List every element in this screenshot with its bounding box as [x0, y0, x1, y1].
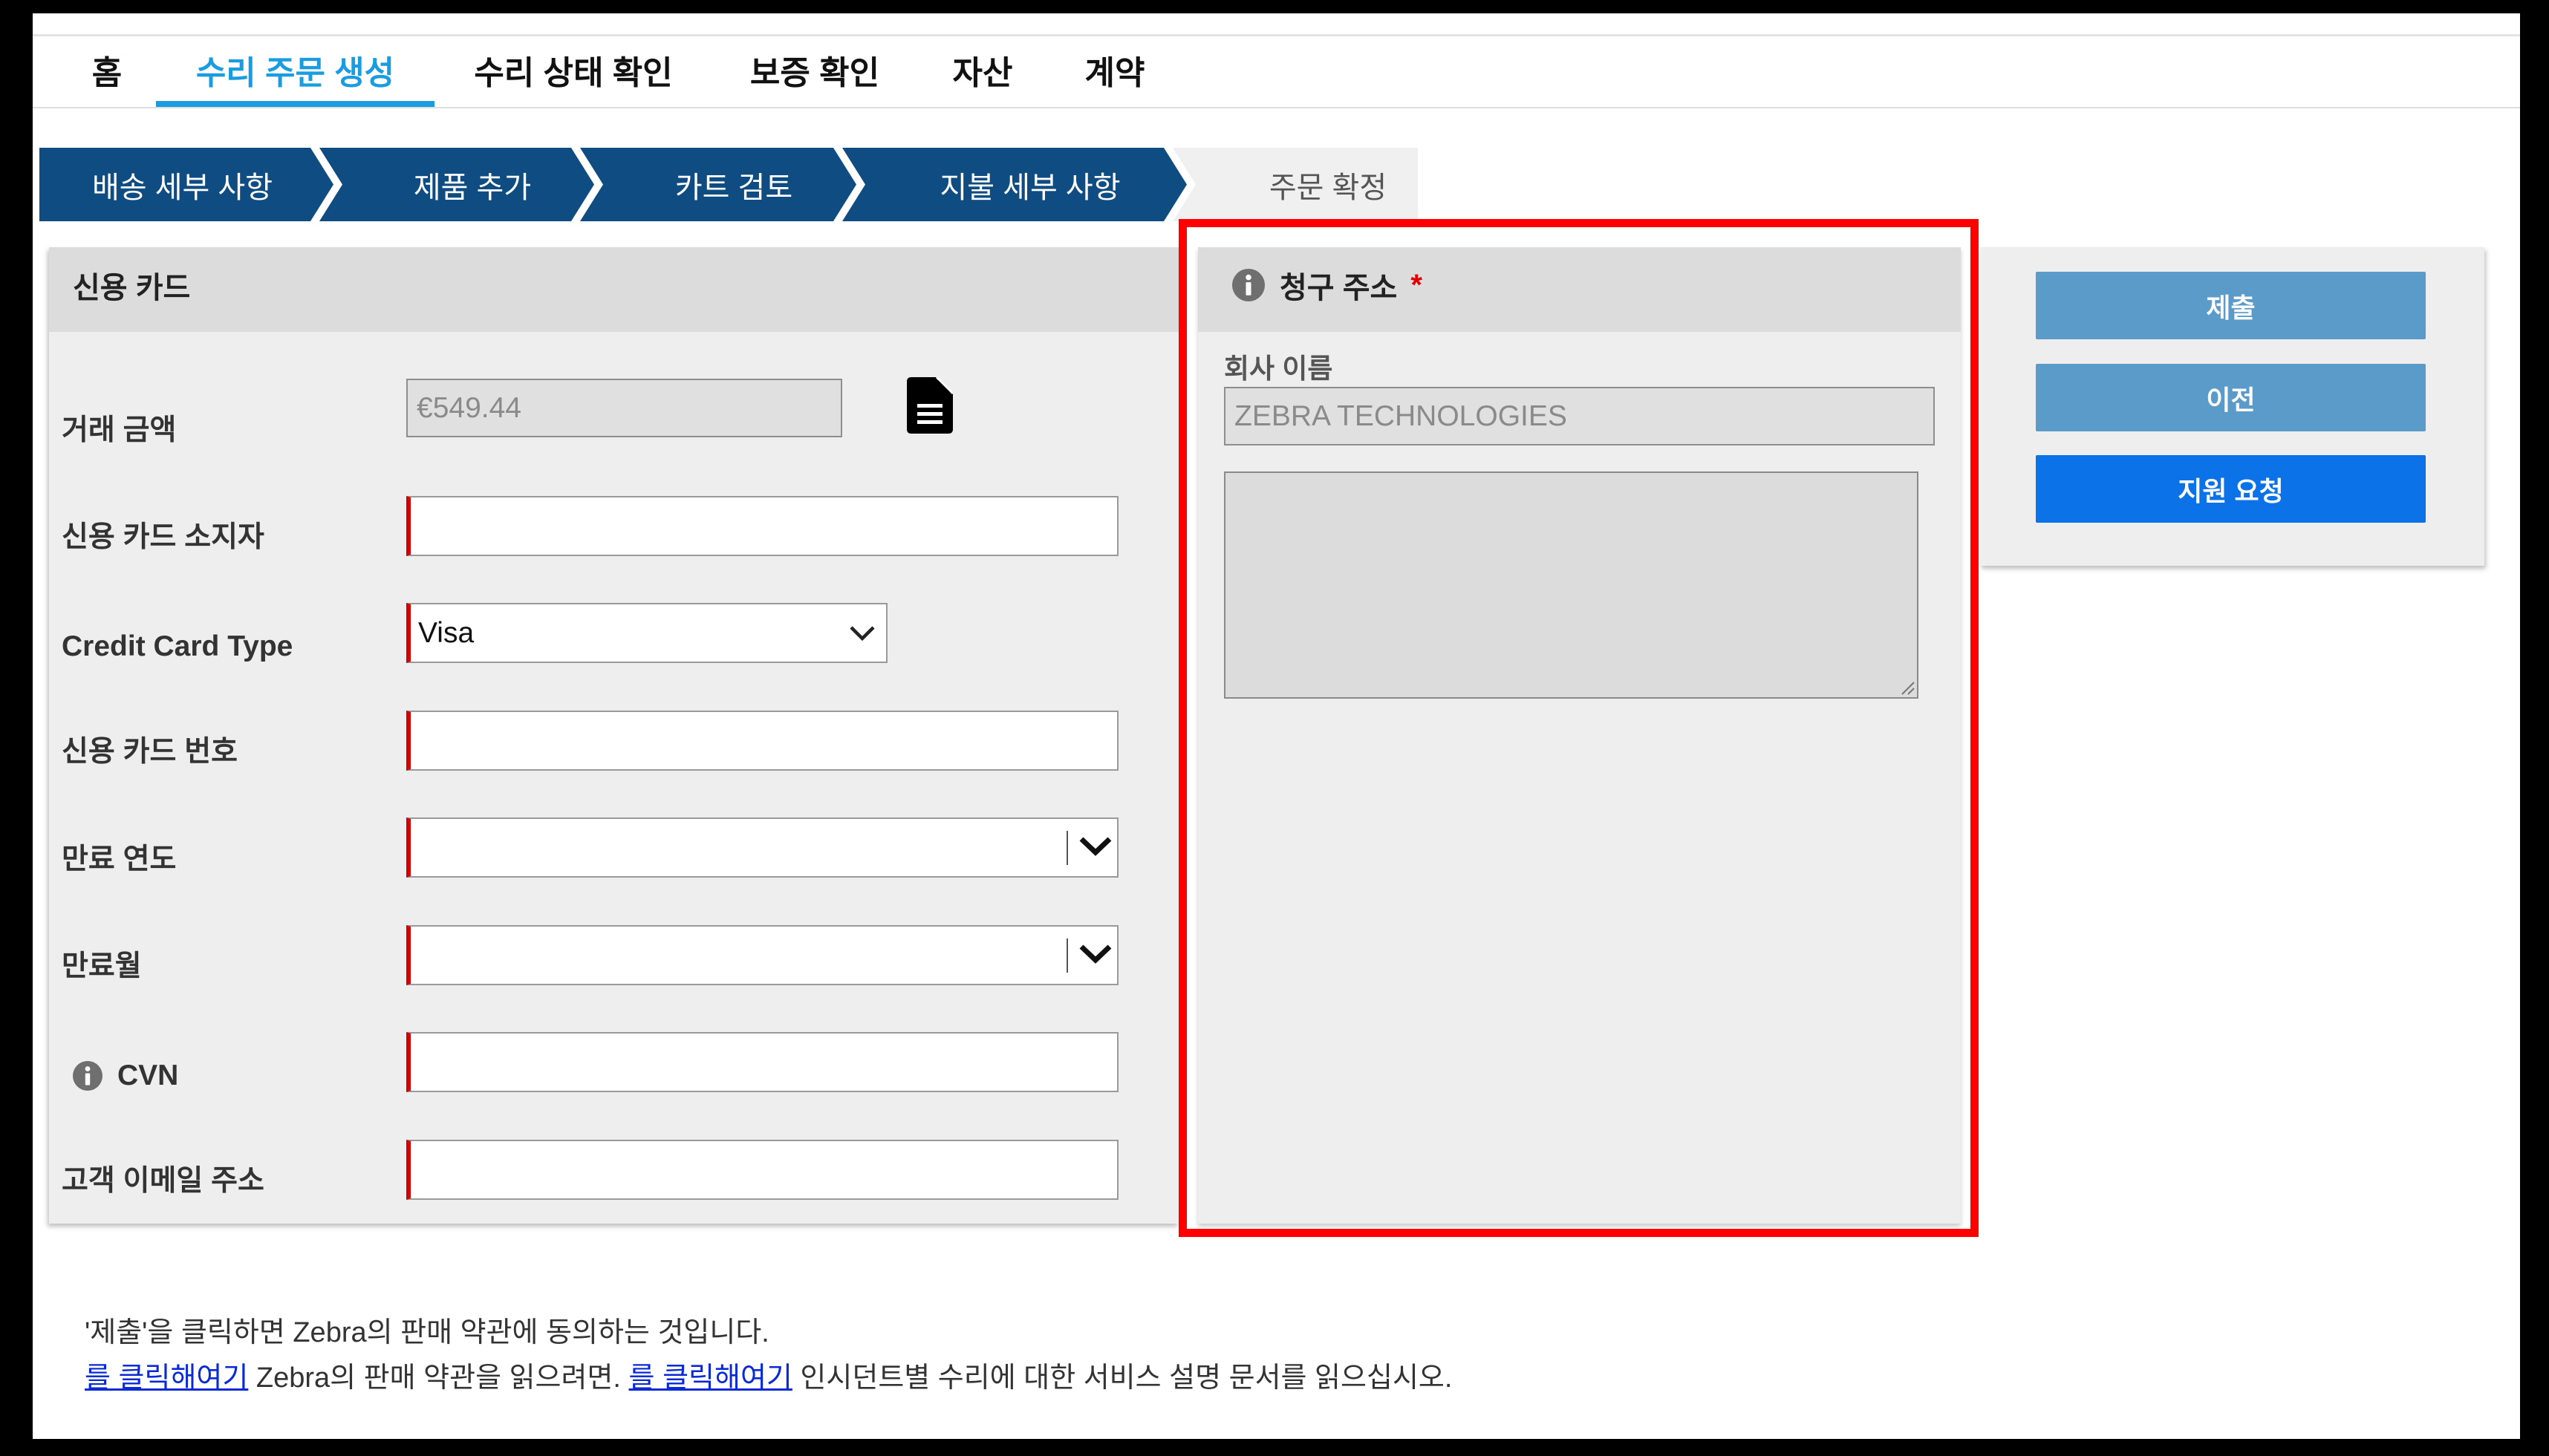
- company-name-field: [1224, 387, 1935, 445]
- cvn-field[interactable]: [406, 1032, 1119, 1092]
- transaction-amount-label: 거래 금액: [62, 414, 177, 446]
- select-separator: [1067, 831, 1068, 865]
- main-nav: 홈 수리 주문 생성 수리 상태 확인 보증 확인 자산 계약: [58, 36, 1182, 108]
- step-review-cart: 카트 검토: [580, 148, 856, 221]
- select-separator: [1067, 938, 1068, 973]
- previous-button[interactable]: 이전: [2036, 364, 2426, 431]
- info-icon[interactable]: [1232, 269, 1265, 301]
- billing-address-title: 청구 주소: [1280, 272, 1398, 304]
- credit-card-panel-header: 신용 카드: [49, 247, 1179, 332]
- customer-email-label: 고객 이메일 주소: [62, 1165, 264, 1197]
- credit-card-panel: 신용 카드 거래 금액 신용 카드 소지자 Credit Card Type V…: [49, 247, 1179, 1224]
- expiry-month-select[interactable]: [406, 925, 1119, 985]
- chevron-down-icon: [1079, 944, 1112, 964]
- expiry-year-select[interactable]: [406, 817, 1119, 878]
- tab-warranty-check[interactable]: 보증 확인: [712, 36, 917, 108]
- credit-card-type-wrapper: Visa: [406, 603, 888, 663]
- transaction-amount-field: [406, 379, 842, 437]
- tab-contracts[interactable]: 계약: [1048, 36, 1182, 108]
- expiry-month-label: 만료월: [62, 950, 142, 982]
- chevron-down-icon: [1079, 837, 1112, 856]
- step-order-confirmation: 주문 확정: [1173, 148, 1418, 221]
- tab-create-repair-order[interactable]: 수리 주문 생성: [156, 36, 434, 108]
- credit-card-type-select[interactable]: Visa: [406, 603, 888, 663]
- step-add-products: 제품 추가: [319, 148, 594, 221]
- company-name-label: 회사 이름: [1224, 353, 1333, 384]
- billing-address-panel: 청구 주소 * 회사 이름: [1198, 247, 1961, 1224]
- cardholder-field[interactable]: [406, 496, 1119, 556]
- expiry-year-label: 만료 연도: [62, 843, 177, 875]
- submit-button[interactable]: 제출: [2036, 272, 2426, 339]
- tab-assets[interactable]: 자산: [917, 36, 1048, 108]
- nav-bottom-divider: [33, 107, 2520, 108]
- card-number-label: 신용 카드 번호: [62, 736, 238, 768]
- required-asterisk: *: [1410, 268, 1422, 301]
- tab-repair-status[interactable]: 수리 상태 확인: [434, 36, 712, 108]
- terms-links-line: 를 클릭해여기 Zebra의 판매 약관을 읽으려면. 를 클릭해여기 인시던트…: [85, 1359, 1452, 1397]
- service-description-link[interactable]: 를 클릭해여기: [629, 1362, 792, 1394]
- sales-terms-link[interactable]: 를 클릭해여기: [85, 1362, 248, 1394]
- resize-handle-icon: [1901, 682, 1915, 695]
- customer-email-field[interactable]: [406, 1140, 1119, 1200]
- tab-home[interactable]: 홈: [58, 36, 156, 108]
- cvn-label-text: CVN: [117, 1060, 179, 1091]
- service-description-text: 인시던트별 수리에 대한 서비스 설명 문서를 읽으십시오.: [792, 1362, 1453, 1394]
- request-support-button[interactable]: 지원 요청: [2036, 455, 2426, 523]
- cvn-label: CVN: [73, 1056, 178, 1096]
- credit-card-type-label: Credit Card Type: [62, 630, 293, 662]
- terms-agreement-text: '제출'을 클릭하면 Zebra의 판매 약관에 동의하는 것입니다.: [85, 1317, 769, 1348]
- info-icon[interactable]: [73, 1061, 102, 1091]
- document-icon[interactable]: [907, 376, 954, 434]
- billing-address-textarea: [1224, 471, 1918, 699]
- card-number-field[interactable]: [406, 711, 1119, 771]
- actions-panel: 제출 이전 지원 요청: [1980, 247, 2484, 566]
- step-shipping-details: 배송 세부 사항: [39, 148, 333, 221]
- credit-card-panel-title: 신용 카드: [73, 272, 191, 304]
- billing-address-panel-header: 청구 주소 *: [1198, 247, 1961, 332]
- cardholder-label: 신용 카드 소지자: [62, 521, 264, 553]
- sales-terms-text: Zebra의 판매 약관을 읽으려면.: [248, 1362, 629, 1394]
- step-payment-details: 지불 세부 사항: [842, 148, 1187, 221]
